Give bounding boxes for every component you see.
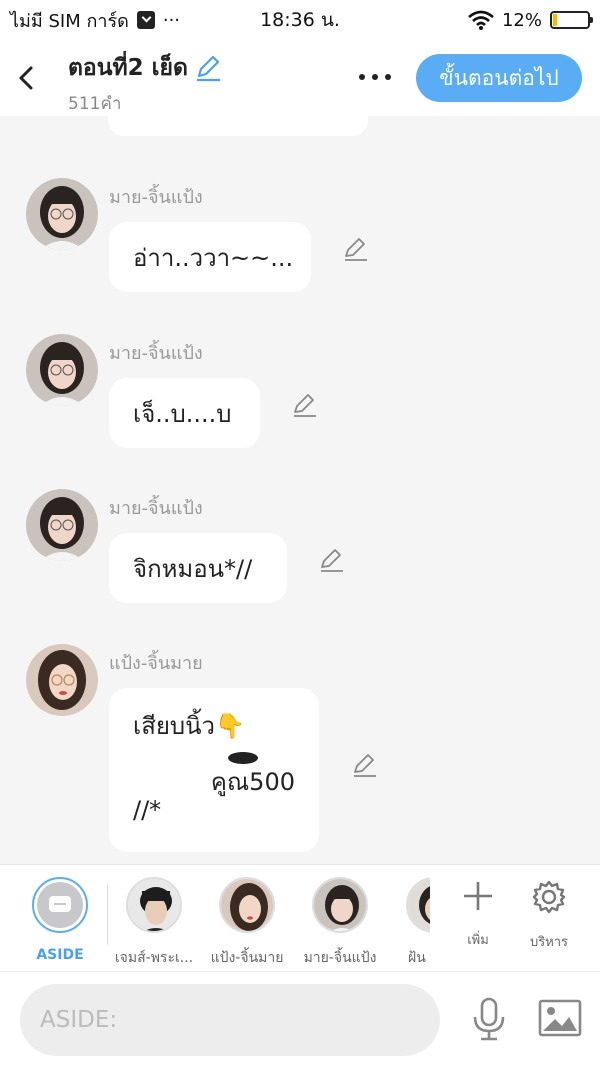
episode-title: ตอนที่2 เย็ด	[68, 55, 188, 81]
avatar[interactable]	[26, 334, 98, 406]
add-label: เพิ่ม	[467, 933, 489, 948]
more-options-button[interactable]	[355, 62, 395, 92]
hole-emoji	[133, 742, 295, 764]
overflow-dots: ···	[162, 9, 181, 31]
character-chip[interactable]: แป้ง-จิ้นมาย	[202, 877, 292, 969]
message-line: คูณ500	[210, 768, 295, 796]
sender-name: มาย-จิ้นแป้ง	[109, 187, 203, 208]
sender-name: มาย-จิ้นแป้ง	[109, 498, 203, 519]
chat-header: ตอนที่2 เย็ด 511คำ ขั้นตอนต่อไป	[0, 40, 600, 116]
character-name: มาย-จิ้นแป้ง	[303, 950, 377, 966]
edit-message-icon[interactable]	[319, 547, 345, 573]
edit-message-icon[interactable]	[352, 752, 378, 778]
battery-percent: 12%	[501, 9, 542, 31]
add-character-button[interactable]: เพิ่ม	[447, 879, 509, 950]
character-name: เจมส์-พระเ...	[114, 950, 194, 966]
message-bubble[interactable]: เจ็..บ....บ	[109, 378, 260, 448]
manage-label: บริหาร	[529, 935, 569, 950]
message-bubble[interactable]: เสียบนิ้ว👇 คูณ500 //*	[109, 688, 319, 852]
edit-message-icon[interactable]	[343, 236, 369, 262]
word-count: 511คำ	[68, 94, 122, 114]
character-name: แป้ง-จิ้นมาย	[210, 950, 284, 966]
message-line: //*	[133, 796, 162, 824]
message-line: เสียบนิ้ว👇	[133, 712, 245, 740]
manage-button[interactable]: บริหาร	[518, 879, 580, 952]
composer	[0, 971, 600, 1067]
previous-message-bubble[interactable]	[108, 116, 368, 136]
plus-icon	[464, 882, 492, 910]
message-input[interactable]	[20, 984, 440, 1056]
character-selector: ASIDE เจมส์-พระเ... แป้ง-จิ้นมาย มาย-จิ้…	[0, 864, 600, 971]
wifi-icon	[468, 10, 494, 30]
carrier-text: ไม่มี SIM การ์ด	[10, 10, 129, 32]
chat-area[interactable]: มาย-จิ้นแป้ง อ่าา..ววา~~... มาย-จิ้นแป้ง…	[0, 116, 600, 864]
aside-selector[interactable]: ASIDE	[15, 877, 105, 963]
character-name: ฝ้น	[408, 950, 426, 966]
divider	[107, 885, 108, 945]
edit-title-icon[interactable]	[194, 54, 222, 82]
microphone-icon[interactable]	[466, 996, 512, 1042]
message-bubble[interactable]: อ่าา..ววา~~...	[109, 222, 311, 292]
sender-name: มาย-จิ้นแป้ง	[109, 343, 203, 364]
avatar[interactable]	[26, 178, 98, 250]
battery-icon	[550, 11, 593, 29]
chat-bubble-icon	[49, 896, 71, 912]
sender-name: แป้ง-จิ้นมาย	[109, 653, 203, 674]
aside-label: ASIDE	[36, 947, 84, 963]
next-step-button[interactable]: ขั้นตอนต่อไป	[416, 54, 582, 102]
chevron-left-icon	[19, 66, 33, 90]
character-chip[interactable]: เจมส์-พระเ...	[109, 877, 199, 969]
image-icon[interactable]	[538, 998, 582, 1038]
edit-message-icon[interactable]	[292, 392, 318, 418]
status-bar: ไม่มี SIM การ์ด ··· 18:36 น. 12%	[0, 0, 600, 40]
gear-icon	[532, 880, 566, 914]
character-chip[interactable]: มาย-จิ้นแป้ง	[295, 877, 385, 969]
avatar[interactable]	[26, 489, 98, 561]
message-notification-icon	[136, 11, 155, 29]
avatar[interactable]	[26, 644, 98, 716]
character-chip[interactable]: ฝ้น	[388, 877, 430, 969]
message-bubble[interactable]: จิกหมอน*//	[109, 533, 287, 603]
back-button[interactable]	[0, 40, 52, 116]
